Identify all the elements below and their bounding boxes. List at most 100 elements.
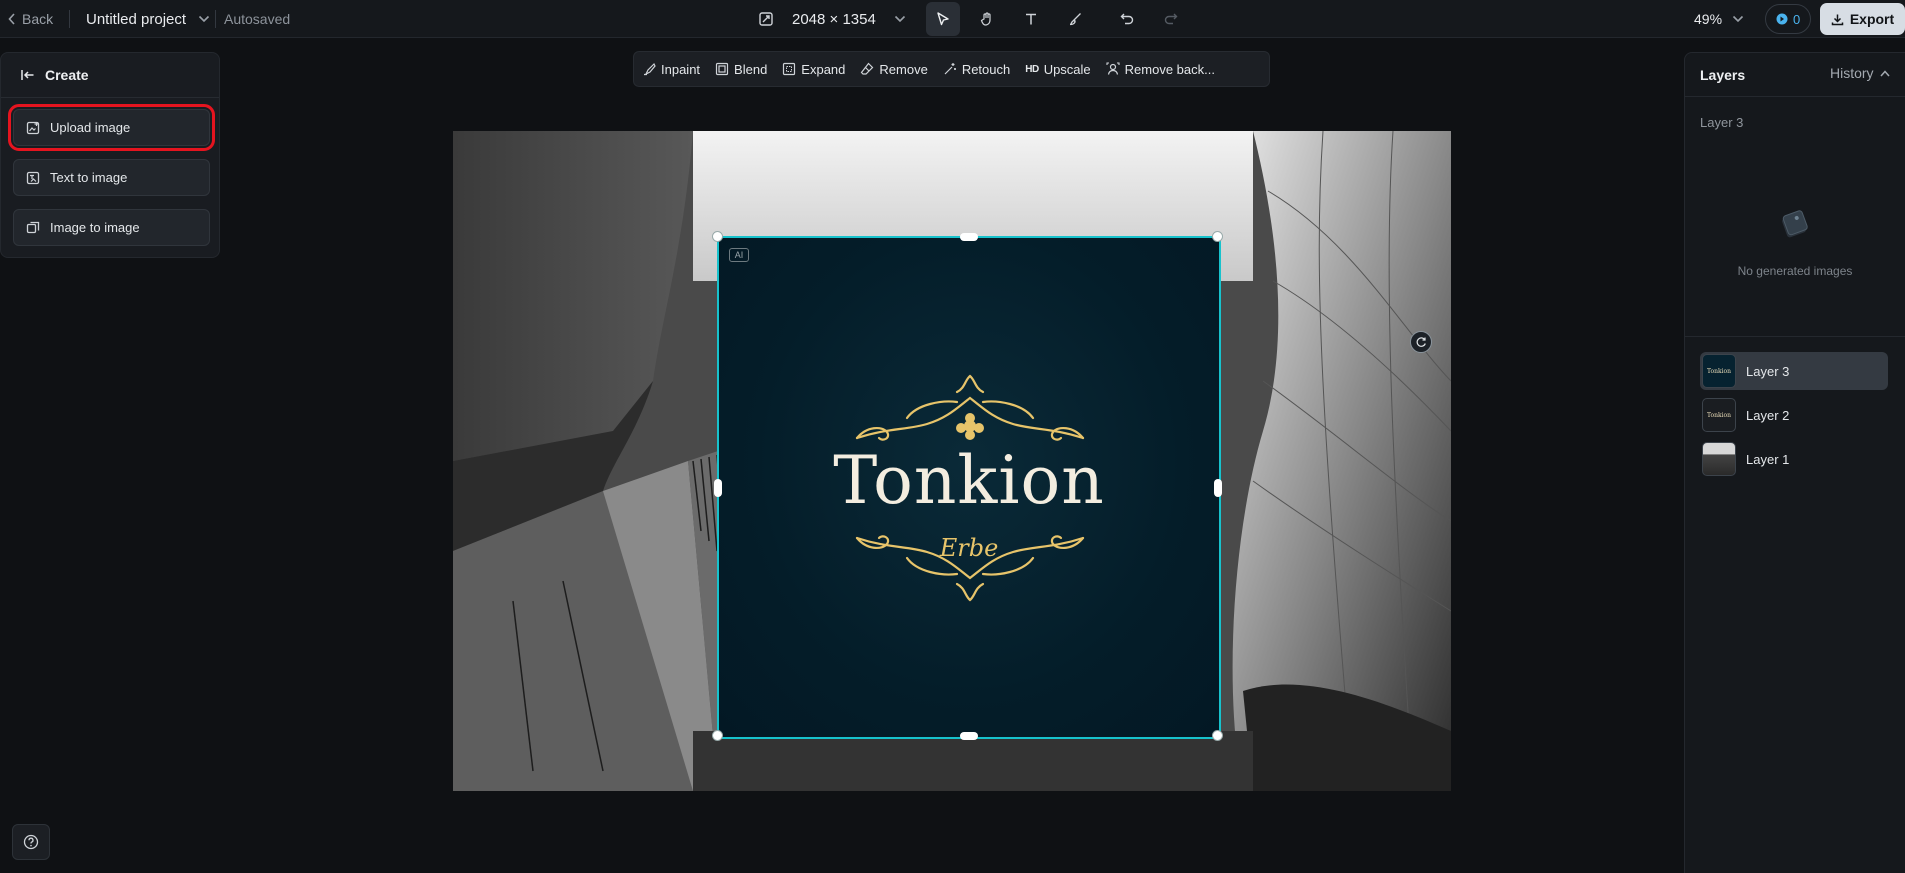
project-name: Untitled project	[86, 10, 187, 28]
remove-button[interactable]: Remove	[860, 61, 928, 77]
project-name-dropdown[interactable]: Untitled project	[86, 0, 210, 38]
resize-handle-right[interactable]	[1214, 479, 1222, 497]
tool-group	[926, 2, 1188, 36]
layer-thumbnail: Tonkion	[1702, 354, 1736, 388]
retouch-label: Retouch	[961, 61, 1011, 77]
help-icon	[23, 834, 39, 850]
chevron-left-icon	[8, 13, 15, 25]
divider	[1685, 96, 1905, 97]
redo-button[interactable]	[1154, 2, 1188, 36]
canvas-size: 2048 × 1354	[792, 10, 876, 28]
resize-handle-bottom-right[interactable]	[1212, 730, 1223, 741]
image-to-image-label: Image to image	[50, 220, 140, 235]
layer-name: Layer 2	[1746, 407, 1790, 423]
remove-background-icon	[1106, 62, 1120, 75]
autosave-status: Autosaved	[224, 11, 291, 27]
divider	[1685, 336, 1905, 337]
upload-image-button[interactable]: Upload image	[8, 104, 215, 151]
layers-panel: Layers History Layer 3 No generated imag…	[1684, 52, 1905, 873]
cursor-icon	[937, 12, 949, 26]
hand-icon	[980, 12, 991, 26]
hd-icon: HD	[1025, 63, 1039, 75]
layer-name: Layer 3	[1746, 363, 1790, 379]
layer-name: Layer 1	[1746, 451, 1790, 467]
inpaint-button[interactable]: Inpaint	[642, 62, 700, 77]
collapse-left-icon	[21, 70, 34, 80]
history-label: History	[1830, 65, 1874, 81]
blend-button[interactable]: Blend	[715, 62, 767, 77]
upload-image-icon	[26, 121, 40, 134]
layer-thumbnail	[1702, 442, 1736, 476]
history-toggle[interactable]: History	[1830, 65, 1890, 81]
create-panel: Create Upload image Text to image Image …	[0, 52, 220, 258]
upscale-button[interactable]: HD Upscale	[1025, 62, 1090, 77]
expand-icon	[783, 62, 796, 76]
back-button[interactable]: Back	[8, 0, 53, 38]
image-to-image-button[interactable]: Image to image	[13, 209, 210, 246]
remove-background-button[interactable]: Remove back...	[1106, 62, 1215, 77]
rotate-handle[interactable]	[1410, 331, 1432, 353]
chevron-down-icon	[894, 15, 905, 23]
zoom-level: 49%	[1694, 11, 1723, 27]
logo-script: Erbe	[939, 534, 999, 562]
brush-tool[interactable]	[1058, 2, 1092, 36]
resize-handle-top-left[interactable]	[712, 231, 723, 242]
export-button[interactable]: Export	[1820, 3, 1905, 35]
redo-icon	[1164, 13, 1178, 25]
blend-label: Blend	[734, 61, 768, 77]
inpaint-label: Inpaint	[661, 61, 701, 77]
ai-badge: AI	[729, 248, 749, 262]
divider	[69, 10, 70, 28]
create-header[interactable]: Create	[21, 63, 89, 87]
image-to-image-icon	[26, 221, 40, 233]
upscale-label: Upscale	[1043, 61, 1091, 77]
eraser-icon	[861, 62, 874, 75]
upload-image-label: Upload image	[50, 120, 131, 135]
empty-image-icon	[1782, 210, 1808, 238]
retouch-button[interactable]: Retouch	[943, 62, 1010, 77]
text-tool[interactable]	[1014, 2, 1048, 36]
credits-badge[interactable]: 0	[1765, 4, 1812, 34]
resize-handle-top[interactable]	[960, 233, 978, 241]
brush-icon	[1069, 13, 1081, 26]
credits-count: 0	[1793, 11, 1801, 27]
blend-icon	[715, 62, 729, 76]
layer-thumbnail: Tonkion	[1702, 398, 1736, 432]
divider	[1, 97, 219, 98]
resize-handle-left[interactable]	[714, 479, 722, 497]
empty-state-text: No generated images	[1737, 264, 1853, 278]
layer-item-3[interactable]: Tonkion Layer 3	[1700, 352, 1888, 390]
resize-handle-top-right[interactable]	[1212, 231, 1223, 242]
chevron-down-icon	[198, 15, 210, 23]
remove-background-label: Remove back...	[1124, 61, 1215, 77]
resize-handle-bottom[interactable]	[960, 732, 978, 740]
canvas-size-dropdown[interactable]: 2048 × 1354	[758, 0, 906, 38]
layers-title: Layers	[1700, 67, 1746, 83]
logo-title: Tonkion	[833, 442, 1105, 519]
layer-item-1[interactable]: Layer 1	[1700, 440, 1888, 478]
layer-item-2[interactable]: Tonkion Layer 2	[1700, 396, 1888, 434]
help-button[interactable]	[12, 824, 50, 860]
current-layer-label: Layer 3	[1700, 115, 1744, 130]
credit-icon	[1776, 13, 1788, 25]
rotate-icon	[1416, 337, 1426, 347]
edit-toolbar: Inpaint Blend Expand Remove Retouch HD U…	[633, 51, 1270, 87]
back-label: Back	[22, 11, 54, 27]
remove-label: Remove	[879, 61, 928, 77]
create-title: Create	[45, 67, 89, 83]
text-icon	[1026, 13, 1036, 25]
text-to-image-button[interactable]: Text to image	[13, 159, 210, 196]
hand-tool[interactable]	[970, 2, 1004, 36]
selected-layer-image[interactable]: AI Tonkion Erbe	[712, 231, 1223, 741]
chevron-down-icon	[1732, 15, 1744, 23]
download-icon	[1831, 14, 1844, 25]
select-tool[interactable]	[926, 2, 960, 36]
chevron-up-icon	[1880, 69, 1890, 76]
zoom-dropdown[interactable]: 49%	[1694, 0, 1744, 38]
retouch-icon	[944, 63, 956, 75]
expand-label: Expand	[801, 61, 846, 77]
expand-button[interactable]: Expand	[782, 62, 845, 77]
undo-button[interactable]	[1110, 2, 1144, 36]
resize-handle-bottom-left[interactable]	[712, 730, 723, 741]
ornament-top	[855, 374, 1085, 441]
